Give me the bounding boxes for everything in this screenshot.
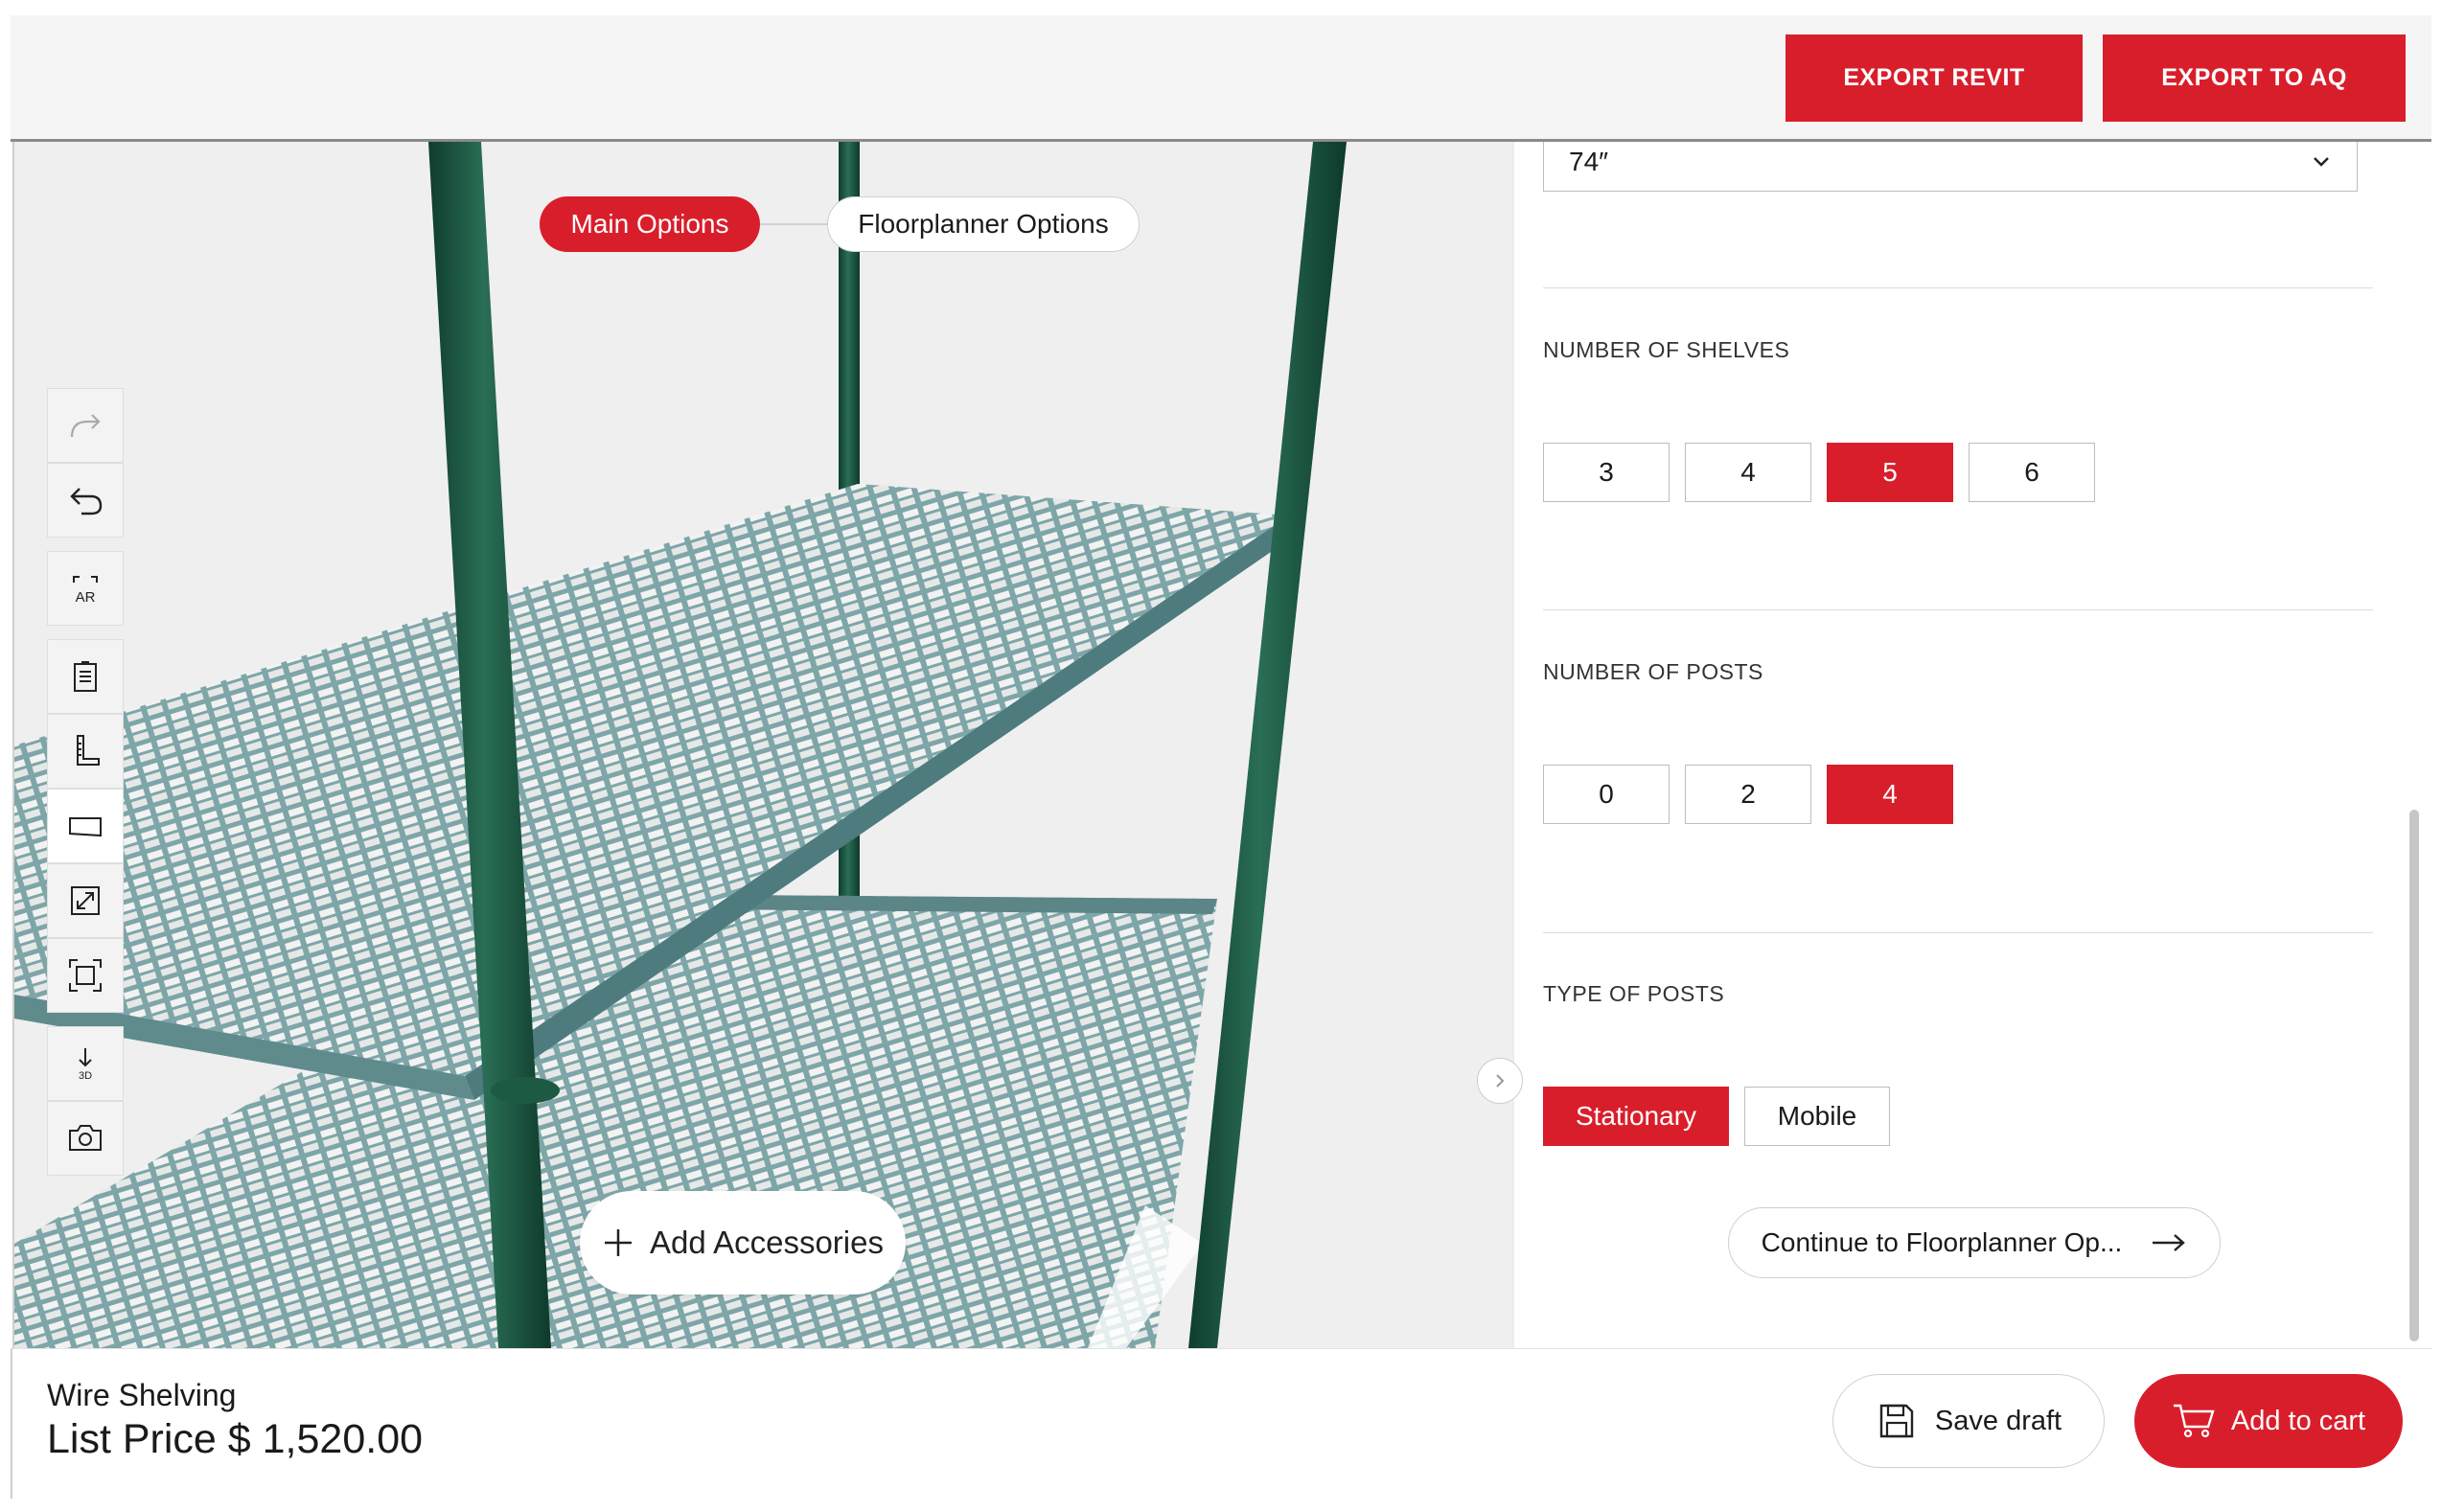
options-panel: 74″ NUMBER OF SHELVES 3 4 5 6 NUMBER OF … — [1512, 142, 2423, 1348]
shelves-option-6[interactable]: 6 — [1969, 443, 2095, 502]
section-divider — [1543, 932, 2373, 933]
height-select[interactable]: 74″ — [1543, 142, 2358, 192]
camera-button[interactable] — [47, 1101, 124, 1176]
product-name: Wire Shelving — [47, 1378, 237, 1412]
svg-text:AR: AR — [76, 589, 96, 606]
save-icon — [1879, 1404, 1914, 1438]
tab-connector — [760, 223, 827, 225]
posts-option-2[interactable]: 2 — [1685, 765, 1811, 824]
save-draft-label: Save draft — [1934, 1405, 2062, 1436]
download-3d-icon: 3D — [79, 1048, 92, 1082]
list-price: List Price $ 1,520.00 — [47, 1416, 424, 1462]
continue-floorplanner-button[interactable]: Continue to Floorplanner Op... — [1728, 1207, 2221, 1278]
undo-button[interactable] — [47, 463, 124, 538]
panel-scrollbar[interactable] — [2409, 810, 2419, 1341]
ar-view-icon: AR — [73, 576, 98, 606]
shelves-option-3[interactable]: 3 — [1543, 443, 1670, 502]
redo-icon — [70, 414, 101, 438]
fit-view-button[interactable] — [47, 938, 124, 1013]
wire-shelving-render — [14, 142, 1347, 1348]
cart-icon — [2173, 1404, 2215, 1438]
add-to-cart-label: Add to cart — [2230, 1405, 2366, 1436]
post-type-option-mobile[interactable]: Mobile — [1744, 1087, 1890, 1146]
height-select-value: 74″ — [1569, 147, 1609, 176]
export-revit-button[interactable]: EXPORT REVIT — [1785, 34, 2083, 122]
undo-icon — [70, 488, 103, 515]
footer-bar: Wire Shelving List Price $ 1,520.00 Save… — [11, 1348, 2431, 1499]
clipboard-button[interactable] — [47, 639, 124, 714]
post-type-section-label: TYPE OF POSTS — [1543, 981, 1725, 1006]
shelves-option-5[interactable]: 5 — [1827, 443, 1953, 502]
add-to-cart-button[interactable]: Add to cart — [2134, 1374, 2403, 1468]
floor-button[interactable] — [47, 789, 124, 863]
posts-section-label: NUMBER OF POSTS — [1543, 659, 1763, 684]
save-draft-button[interactable]: Save draft — [1832, 1374, 2105, 1468]
ar-view-button[interactable]: AR — [47, 551, 124, 626]
chevron-down-icon — [2314, 157, 2329, 167]
download-3d-button[interactable]: 3D — [47, 1026, 124, 1101]
collapse-panel-button[interactable] — [1477, 1058, 1523, 1104]
expand-button[interactable] — [47, 863, 124, 938]
add-accessories-button[interactable]: Add Accessories — [580, 1191, 906, 1294]
product-3d-viewer[interactable]: Main Options Floorplanner Options AR 3D … — [12, 142, 1514, 1348]
section-divider — [1543, 287, 2373, 288]
redo-button[interactable] — [47, 388, 124, 463]
fit-view-icon — [69, 959, 102, 992]
continue-floorplanner-label: Continue to Floorplanner Op... — [1761, 1227, 2123, 1257]
shelves-section-label: NUMBER OF SHELVES — [1543, 337, 1790, 362]
posts-option-0[interactable]: 0 — [1543, 765, 1670, 824]
svg-text:3D: 3D — [79, 1070, 92, 1082]
clipboard-icon — [74, 661, 97, 692]
tab-main-options[interactable]: Main Options — [540, 196, 760, 252]
plus-icon — [605, 1229, 633, 1256]
expand-icon — [71, 886, 100, 915]
measure-button[interactable] — [47, 714, 124, 789]
posts-option-4[interactable]: 4 — [1827, 765, 1953, 824]
tab-floorplanner-options[interactable]: Floorplanner Options — [827, 196, 1140, 252]
shelves-option-4[interactable]: 4 — [1685, 443, 1811, 502]
measure-icon — [77, 735, 100, 766]
section-divider — [1543, 609, 2373, 610]
floor-icon — [69, 817, 102, 837]
top-bar: EXPORT REVIT EXPORT TO AQ — [11, 15, 2431, 142]
add-accessories-label: Add Accessories — [650, 1225, 884, 1260]
export-to-aq-button[interactable]: EXPORT TO AQ — [2103, 34, 2406, 122]
arrow-right-icon — [2153, 1234, 2186, 1251]
camera-icon — [69, 1125, 102, 1151]
post-type-option-stationary[interactable]: Stationary — [1543, 1087, 1729, 1146]
chevron-right-icon — [1496, 1074, 1505, 1088]
